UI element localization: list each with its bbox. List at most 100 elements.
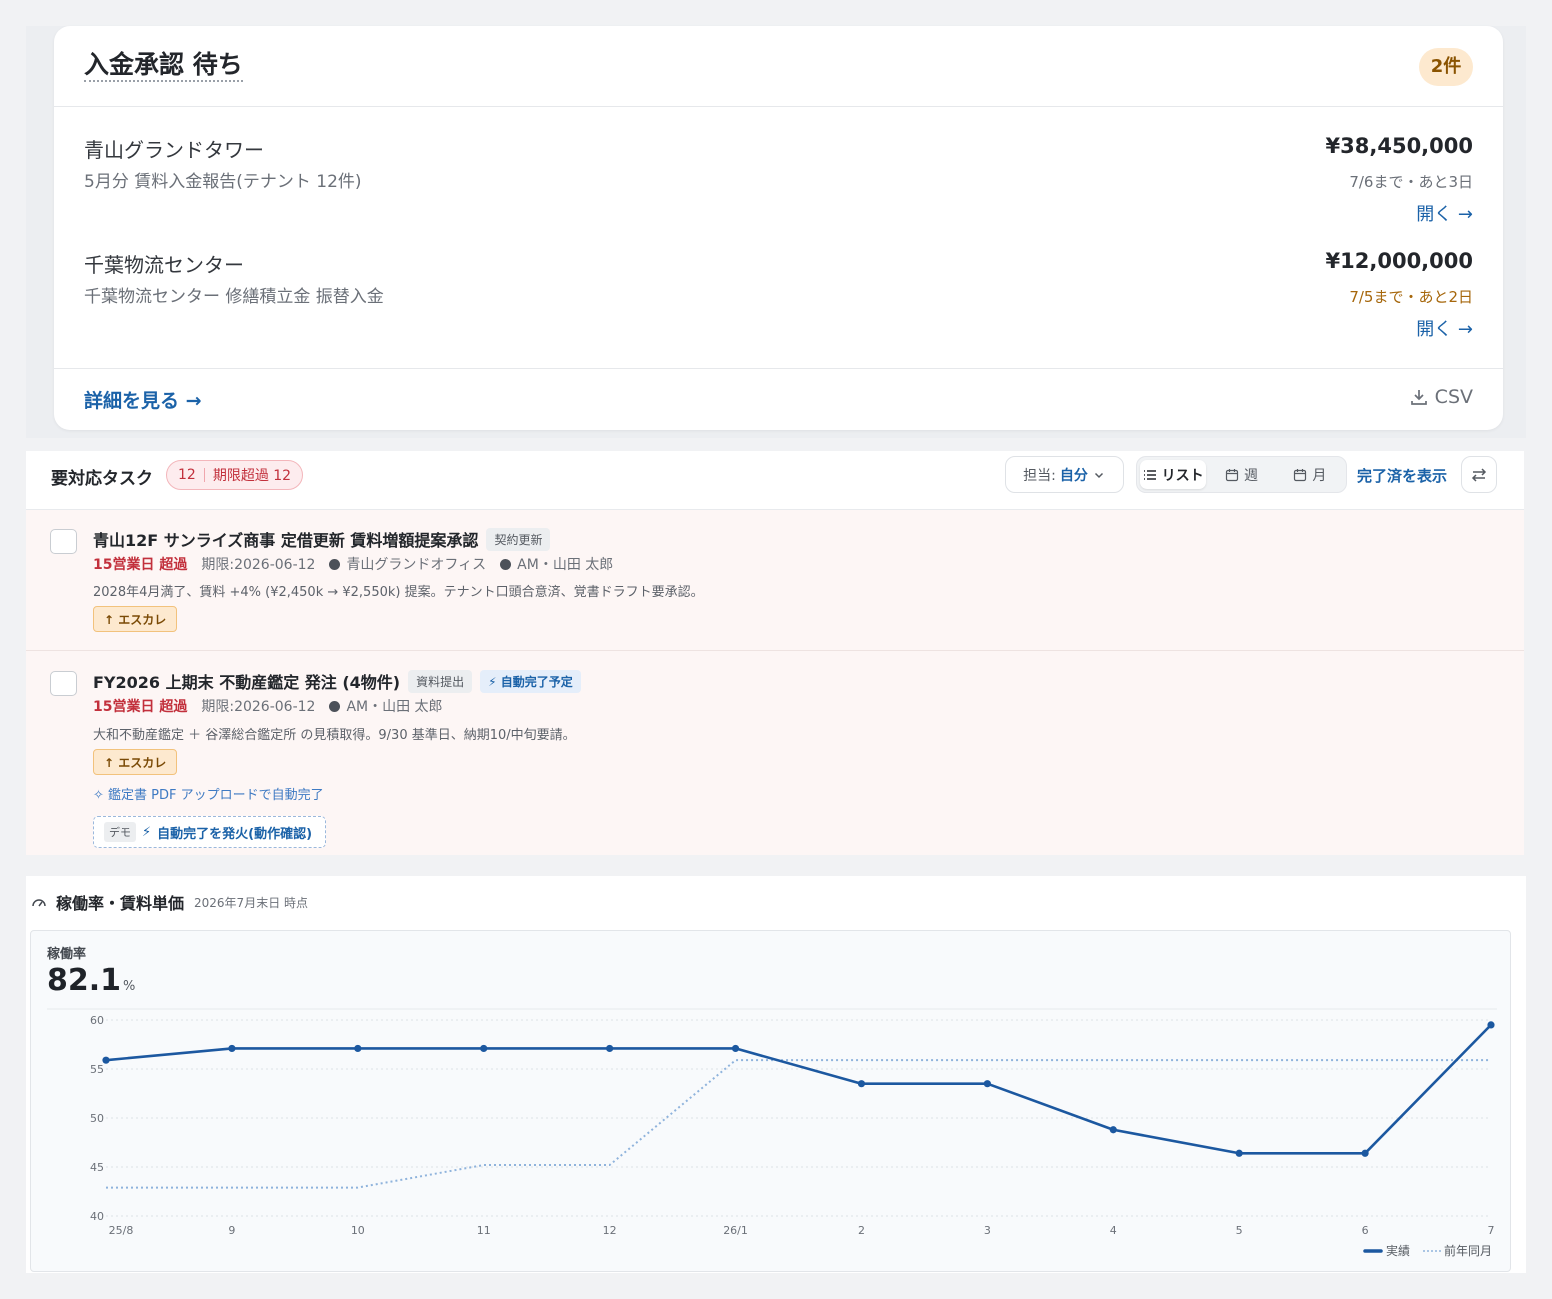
task-checkbox[interactable]	[50, 671, 77, 696]
assignee-filter-dropdown[interactable]: 担当: 自分	[1005, 456, 1124, 493]
overdue-label: 15営業日 超過	[93, 699, 188, 715]
y-tick-label: 40	[90, 1210, 104, 1223]
task-title-text: 青山12F サンライズ商事 定借更新 賃料増額提案承認	[93, 531, 479, 550]
sparkle-icon: ✧	[93, 788, 104, 803]
data-point	[354, 1044, 362, 1053]
x-tick-label: 5	[1236, 1224, 1243, 1237]
data-point	[1235, 1149, 1243, 1157]
view-tab-week[interactable]: 週	[1208, 460, 1274, 489]
auto-complete-hint-text: 鑑定書 PDF アップロードで自動完了	[108, 788, 324, 803]
due-date: 期限:2026-06-12	[201, 557, 316, 573]
legend-label: 実績	[1386, 1243, 1410, 1258]
property-name: 青山グランドオフィス	[329, 554, 486, 574]
occupancy-panel: 稼働率・賃料単価 2026年7月末日 時点 稼働率 82.1% 40 45 50 55…	[26, 876, 1526, 1273]
occupancy-as-of: 2026年7月末日 時点	[194, 895, 309, 910]
y-tick-label: 50	[90, 1112, 104, 1125]
view-tab-label: 週	[1243, 467, 1258, 484]
approval-item: 青山グランドタワー 5月分 賃料入金報告(テナント 12件) ¥38,450,0…	[84, 134, 1473, 234]
task-row[interactable]: FY2026 上期末 不動産鑑定 発注 (4物件) 資料提出 ⚡ 自動完了予定 15…	[26, 651, 1524, 855]
approval-item-due: 7/6まで・あと3日	[1349, 173, 1473, 191]
series-line-actual	[105, 1023, 1492, 1155]
legend-label: 前年同月	[1444, 1243, 1492, 1258]
x-tick-label: 2	[858, 1224, 865, 1237]
x-tick-label: 4	[1110, 1224, 1117, 1237]
tasks-count-badge: 12 期限超過 12	[166, 460, 304, 490]
trigger-auto-complete-button[interactable]: デモ ⚡ 自動完了を発火(動作確認)	[93, 816, 326, 848]
x-tick-label: 3	[984, 1224, 991, 1237]
approval-count-badge: 2件	[1419, 48, 1473, 86]
task-title-text: FY2026 上期末 不動産鑑定 発注 (4物件)	[93, 673, 401, 692]
dot-icon	[329, 559, 341, 570]
task-title: 青山12F サンライズ商事 定借更新 賃料増額提案承認 契約更新	[93, 527, 551, 551]
badge-divider	[203, 468, 205, 482]
approval-item-name: 青山グランドタワー	[84, 138, 264, 162]
approval-item-open-link[interactable]: 開く →	[1416, 200, 1473, 226]
x-tick-label: 6	[1362, 1224, 1369, 1237]
data-point	[1361, 1149, 1369, 1157]
data-point	[1109, 1126, 1117, 1134]
occupancy-chart-card: 稼働率 82.1% 40 45 50 55 60 25/8 9 10 11 12 26/1 2 3 4 5 6…	[30, 930, 1511, 1272]
owner-label: AM・山田 太郎	[346, 699, 443, 715]
occupancy-title: 稼働率・賃料単価	[56, 894, 185, 913]
approval-item-open-link[interactable]: 開く →	[1416, 315, 1473, 341]
task-meta: 15営業日 超過 期限:2026-06-12 青山グランドオフィス AM・山田 …	[93, 554, 613, 574]
bolt-icon: ⚡	[142, 824, 152, 840]
approval-item-desc: 千葉物流センター 修繕積立金 振替入金	[84, 287, 384, 307]
task-row[interactable]: 青山12F サンライズ商事 定借更新 賃料増額提案承認 契約更新 15営業日 超過…	[26, 510, 1524, 651]
data-point	[731, 1044, 740, 1053]
x-tick-label: 7	[1488, 1224, 1495, 1237]
assignee-value: 自分	[1059, 467, 1088, 484]
y-tick-label: 60	[90, 1014, 104, 1027]
sort-toggle-button[interactable]	[1461, 456, 1497, 493]
dot-icon	[329, 701, 341, 712]
tasks-overdue-count: 期限超過 12	[212, 468, 292, 484]
escalation-badge: ↑ エスカレ	[93, 749, 178, 775]
view-tab-month[interactable]: 月	[1277, 460, 1343, 489]
series-line-prev-year	[106, 1059, 1491, 1189]
view-details-link[interactable]: 詳細を見る →	[84, 386, 202, 413]
y-tick-label: 55	[90, 1063, 104, 1076]
view-tab-label: 月	[1312, 467, 1327, 484]
x-tick-label: 9	[228, 1224, 235, 1237]
approval-item-amount: ¥38,450,000	[1325, 134, 1473, 158]
view-tab-label: リスト	[1161, 467, 1204, 484]
tasks-title: 要対応タスク	[51, 469, 153, 489]
occupancy-header: 稼働率・賃料単価 2026年7月末日 時点	[30, 890, 308, 914]
tasks-header: 要対応タスク 12 期限超過 12 担当: 自分 リスト 週 月 完了済を表示	[26, 451, 1524, 510]
view-switcher: リスト 週 月	[1136, 456, 1347, 493]
x-tick-label: 11	[477, 1224, 491, 1237]
csv-label: CSV	[1434, 386, 1473, 408]
task-title: FY2026 上期末 不動産鑑定 発注 (4物件) 資料提出 ⚡ 自動完了予定	[93, 669, 581, 693]
task-owner: AM・山田 太郎	[329, 696, 443, 716]
calendar-icon	[1294, 468, 1307, 481]
payment-approval-card: 入金承認 待ち 2件 青山グランドタワー 5月分 賃料入金報告(テナント 12件…	[54, 26, 1503, 430]
task-meta: 15営業日 超過 期限:2026-06-12 AM・山田 太郎	[93, 696, 443, 716]
list-icon	[1143, 469, 1156, 480]
data-point	[102, 1056, 110, 1064]
auto-complete-hint: ✧ 鑑定書 PDF アップロードで自動完了	[93, 784, 324, 803]
chevron-down-icon	[1094, 472, 1103, 478]
calendar-icon	[1225, 468, 1239, 481]
auto-complete-label: 自動完了予定	[500, 675, 573, 689]
dot-icon	[500, 559, 512, 570]
csv-download-button[interactable]: CSV	[1409, 386, 1473, 408]
x-tick-label: 26/1	[723, 1224, 748, 1237]
approval-item-due: 7/5まで・あと2日	[1349, 288, 1473, 306]
gauge-icon	[32, 899, 46, 907]
x-tick-label: 25/8	[109, 1224, 134, 1237]
data-point	[983, 1080, 991, 1088]
demo-tag: デモ	[104, 822, 136, 842]
due-date: 期限:2026-06-12	[201, 699, 316, 715]
task-checkbox[interactable]	[50, 529, 77, 554]
occupancy-line-chart: 404550556025/8 9 10 11 12 26/1 2 3 4 5 6 7実績 前年同月	[47, 1008, 1497, 1258]
overdue-label: 15営業日 超過	[93, 557, 188, 573]
view-tab-list[interactable]: リスト	[1140, 460, 1207, 489]
task-note: 大和不動産鑑定 ＋ 谷澤総合鑑定所 の見積取得。9/30 基準日、納期10/中旬…	[93, 728, 576, 743]
swap-icon	[1471, 467, 1487, 482]
approval-item-desc: 5月分 賃料入金報告(テナント 12件)	[84, 172, 362, 192]
show-completed-toggle[interactable]: 完了済を表示	[1357, 465, 1447, 486]
approval-header: 入金承認 待ち 2件	[54, 26, 1503, 107]
approval-title: 入金承認 待ち	[84, 50, 243, 82]
trigger-label: 自動完了を発火(動作確認)	[157, 826, 313, 842]
download-icon	[1410, 390, 1427, 405]
